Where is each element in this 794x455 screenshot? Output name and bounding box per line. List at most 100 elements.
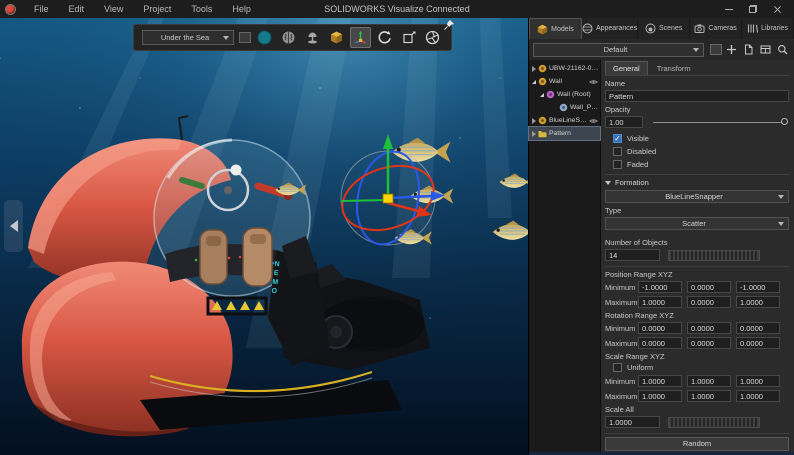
model-tree: UBW-21162-0472... Wall Wall (Root) <box>528 60 601 455</box>
move-tool-icon[interactable] <box>350 27 371 48</box>
scale-min-x[interactable] <box>638 375 682 387</box>
opacity-slider[interactable] <box>653 117 788 125</box>
tree-item-bluelinesnapper[interactable]: BlueLineSnapper <box>529 114 600 127</box>
tab-cameras[interactable]: Cameras <box>690 18 743 39</box>
preset-thumbnail[interactable] <box>239 32 251 43</box>
cameras-icon <box>694 24 705 33</box>
expand-icon[interactable] <box>532 130 536 137</box>
scale-max-y[interactable] <box>687 390 731 402</box>
opacity-slider-handle[interactable] <box>781 117 788 125</box>
position-min-x[interactable] <box>638 281 682 293</box>
libraries-icon <box>748 24 759 33</box>
aperture-icon[interactable] <box>422 27 443 48</box>
configuration-row: Default <box>529 39 794 60</box>
uniform-checkbox-row[interactable]: Uniform <box>613 363 789 372</box>
visible-checkbox[interactable]: ✓ <box>613 134 622 143</box>
count-input[interactable] <box>605 249 660 261</box>
appearances-sphere-icon <box>582 23 593 34</box>
opacity-input[interactable] <box>605 116 643 128</box>
tab-transform[interactable]: Transform <box>650 62 698 75</box>
part-icon <box>559 103 568 112</box>
new-document-icon[interactable] <box>743 44 754 55</box>
rotation-min-z[interactable] <box>736 322 780 334</box>
rotation-min-x[interactable] <box>638 322 682 334</box>
environment-icon[interactable] <box>302 27 323 48</box>
tree-item-root[interactable]: UBW-21162-0472... <box>529 62 600 75</box>
scale-all-slider[interactable] <box>668 416 760 428</box>
chevron-down-icon <box>605 180 611 185</box>
rotation-max-y[interactable] <box>687 337 731 349</box>
menu-file[interactable]: File <box>24 0 59 18</box>
disabled-checkbox-row[interactable]: Disabled <box>613 147 789 156</box>
faded-checkbox[interactable] <box>613 160 622 169</box>
position-min-y[interactable] <box>687 281 731 293</box>
configuration-thumbnail[interactable] <box>710 44 722 55</box>
render-sphere-icon[interactable] <box>254 27 275 48</box>
menu-edit[interactable]: Edit <box>59 0 95 18</box>
collapse-icon[interactable] <box>540 92 544 97</box>
formation-source-dropdown[interactable]: BlueLineSnapper <box>605 190 789 203</box>
eye-icon[interactable] <box>589 118 598 124</box>
environment-preset-dropdown[interactable]: Under the Sea <box>142 30 234 45</box>
uniform-checkbox[interactable] <box>613 363 622 372</box>
scale-max-z[interactable] <box>736 390 780 402</box>
scale-min-y[interactable] <box>687 375 731 387</box>
name-input[interactable] <box>605 90 789 102</box>
tab-models[interactable]: Models <box>529 18 582 39</box>
count-label: Number of Objects <box>605 238 668 247</box>
tree-item-wall-root[interactable]: Wall (Root) <box>529 88 600 101</box>
denoiser-icon[interactable] <box>278 27 299 48</box>
chevron-down-icon <box>778 221 784 226</box>
model-cube-icon[interactable] <box>326 27 347 48</box>
scale-min-z[interactable] <box>736 375 780 387</box>
position-max-y[interactable] <box>687 296 731 308</box>
tab-scenes[interactable]: Scenes <box>638 18 691 39</box>
menu-help[interactable]: Help <box>222 0 261 18</box>
rotate-tool-icon[interactable] <box>374 27 395 48</box>
rotation-range-label: Rotation Range XYZ <box>605 311 674 320</box>
expand-icon[interactable] <box>532 117 536 124</box>
viewport-3d[interactable]: NEMO Under the Sea <box>0 18 528 455</box>
formation-section-header[interactable]: Formation <box>605 178 789 187</box>
expand-icon[interactable] <box>532 65 536 72</box>
tree-item-wall-part[interactable]: Wall_Part 1 <box>529 101 600 114</box>
random-button[interactable]: Random <box>605 437 789 451</box>
visible-checkbox-row[interactable]: ✓ Visible <box>613 134 789 143</box>
name-label: Name <box>605 79 626 88</box>
tree-item-wall[interactable]: Wall <box>529 75 600 88</box>
configuration-dropdown[interactable]: Default <box>533 42 704 57</box>
rotation-max-x[interactable] <box>638 337 682 349</box>
position-max-x[interactable] <box>638 296 682 308</box>
menu-tools[interactable]: Tools <box>181 0 222 18</box>
menu-view[interactable]: View <box>94 0 133 18</box>
project-board-icon[interactable] <box>760 44 771 55</box>
scale-all-label: Scale All <box>605 405 634 414</box>
disabled-checkbox[interactable] <box>613 147 622 156</box>
minimize-icon[interactable] <box>724 4 734 14</box>
rotation-max-z[interactable] <box>736 337 780 349</box>
collapse-icon[interactable] <box>532 79 536 84</box>
add-icon[interactable] <box>726 44 737 55</box>
close-icon[interactable] <box>772 4 782 14</box>
tab-appearances[interactable]: Appearances <box>582 18 639 39</box>
pin-icon[interactable] <box>443 18 455 36</box>
menu-project[interactable]: Project <box>133 0 181 18</box>
collapse-left-panel-handle[interactable] <box>4 200 23 252</box>
faded-checkbox-row[interactable]: Faded <box>613 160 789 169</box>
position-min-z[interactable] <box>736 281 780 293</box>
eye-icon[interactable] <box>589 79 598 85</box>
formation-type-dropdown[interactable]: Scatter <box>605 217 789 230</box>
search-icon[interactable] <box>777 44 788 55</box>
scale-max-x[interactable] <box>638 390 682 402</box>
maximum-label: Maximum <box>605 338 638 348</box>
restore-icon[interactable] <box>748 4 758 14</box>
tab-general[interactable]: General <box>605 61 648 75</box>
app-window: File Edit View Project Tools Help SOLIDW… <box>0 0 794 455</box>
tab-libraries[interactable]: Libraries <box>742 18 794 39</box>
position-max-z[interactable] <box>736 296 780 308</box>
rotation-min-y[interactable] <box>687 322 731 334</box>
pivot-box-icon[interactable] <box>398 27 419 48</box>
tree-item-pattern[interactable]: Pattern <box>528 126 601 141</box>
scale-all-input[interactable] <box>605 416 660 428</box>
count-slider[interactable] <box>668 249 760 261</box>
